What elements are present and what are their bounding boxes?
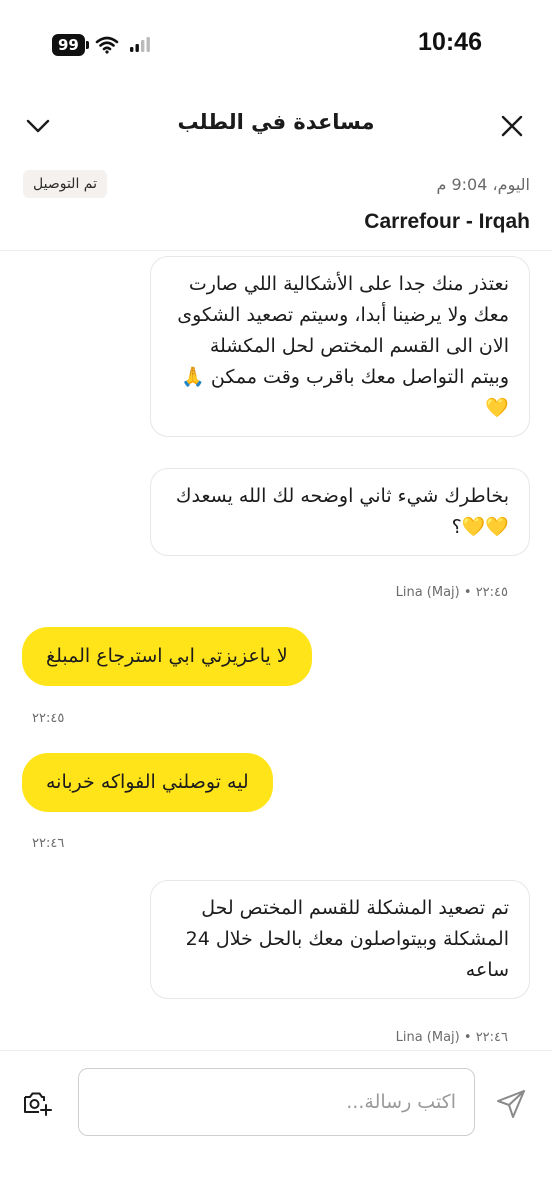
status-bar: 99 10:46 xyxy=(0,0,552,90)
agent-message: بخاطرك شيء ثاني اوضحه لك الله يسعدك 💛💛؟ xyxy=(150,468,530,556)
close-icon xyxy=(501,115,523,137)
divider xyxy=(0,1050,552,1051)
clock: 10:46 xyxy=(418,28,482,56)
signal-icon xyxy=(129,37,150,52)
message-meta: ٢٢:٤٥ xyxy=(32,711,65,726)
battery-indicator: 99 xyxy=(52,34,89,56)
message-meta: ٢٢:٤٦ xyxy=(32,836,65,851)
message-meta: Lina (Maj) • ٢٢:٤٦ xyxy=(395,1030,508,1045)
status-badge: تم التوصيل xyxy=(23,170,107,198)
close-button[interactable] xyxy=(496,110,528,142)
message-input[interactable] xyxy=(78,1068,475,1136)
chat-thread: نعتذر منك جدا على الأشكالية اللي صارت مع… xyxy=(0,251,552,1050)
store-name: Carrefour - Irqah xyxy=(364,210,530,233)
user-message: ليه توصلني الفواكه خربانه xyxy=(22,753,273,812)
user-message: لا ياعزيزتي ابي استرجاع المبلغ xyxy=(22,627,312,686)
order-info: تم التوصيل اليوم، 9:04 م Carrefour - Irq… xyxy=(0,160,552,250)
agent-message: تم تصعيد المشكلة للقسم المختص لحل المشكل… xyxy=(150,880,530,999)
message-meta: Lina (Maj) • ٢٢:٤٥ xyxy=(395,585,508,600)
camera-add-icon xyxy=(24,1092,52,1116)
header: مساعدة في الطلب xyxy=(0,90,552,160)
page-title: مساعدة في الطلب xyxy=(177,110,375,134)
order-date: اليوم، 9:04 م xyxy=(436,175,530,194)
attach-photo-button[interactable] xyxy=(22,1088,54,1118)
wifi-icon xyxy=(95,36,119,54)
agent-message: نعتذر منك جدا على الأشكالية اللي صارت مع… xyxy=(150,256,530,437)
send-icon xyxy=(497,1090,525,1118)
status-indicators: 99 xyxy=(52,34,151,56)
send-button[interactable] xyxy=(494,1088,530,1120)
